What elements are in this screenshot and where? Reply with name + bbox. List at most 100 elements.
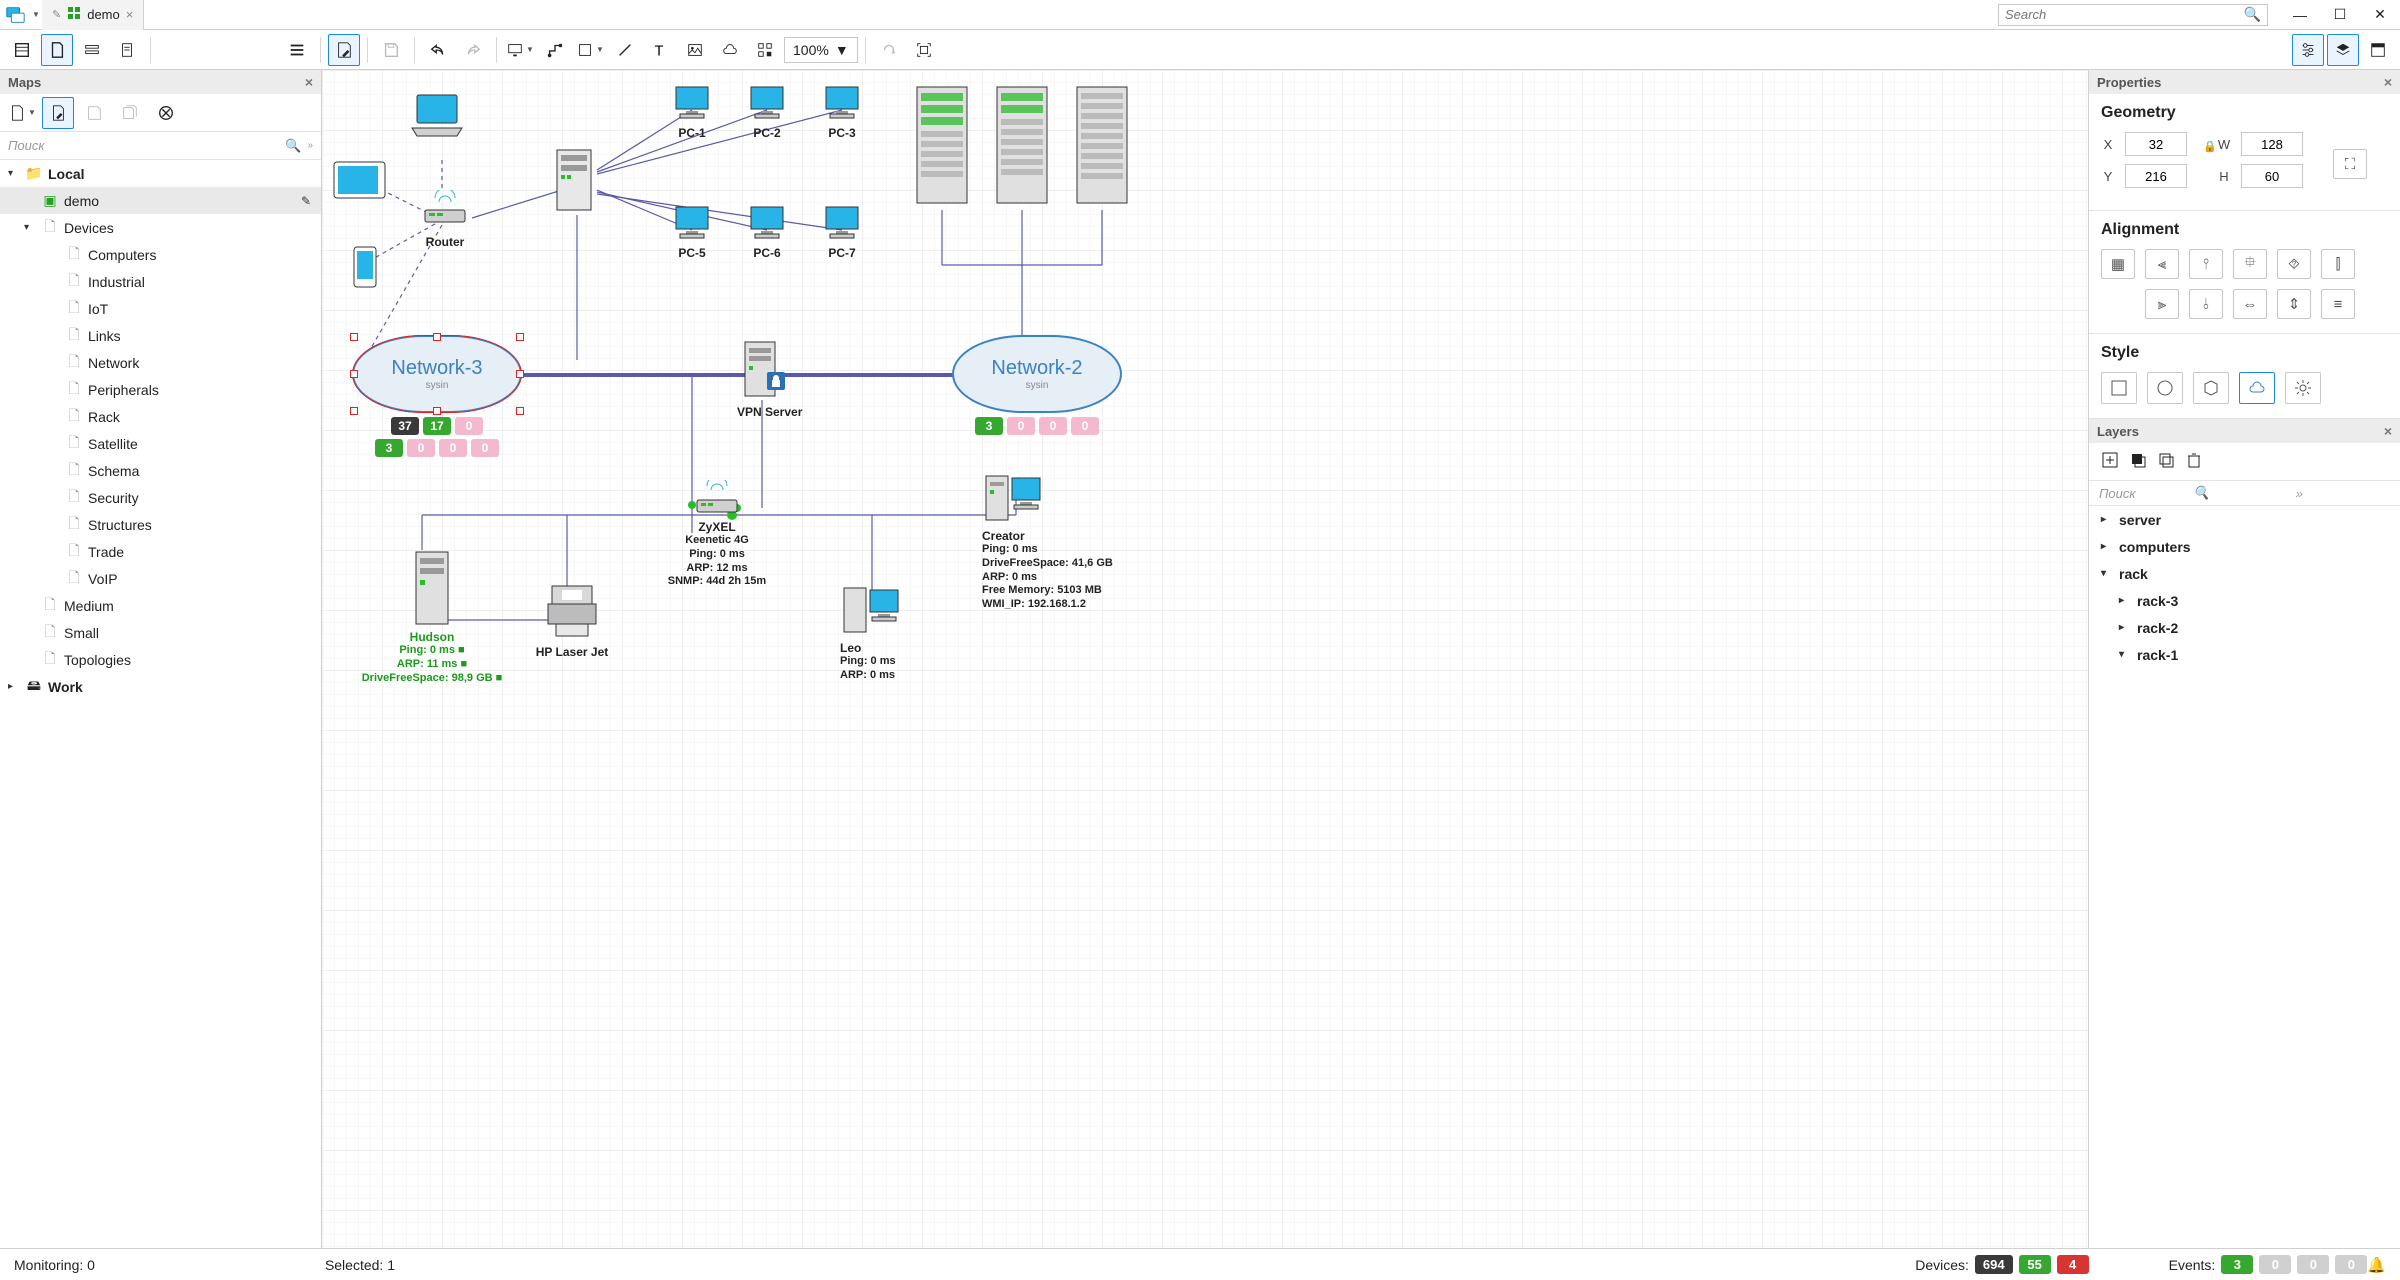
close-icon[interactable]: × — [305, 74, 313, 90]
close-button[interactable]: ✕ — [2360, 0, 2400, 30]
document-tab[interactable]: ✎ demo × — [42, 0, 144, 30]
notifications-icon[interactable]: 🔔 — [2367, 1256, 2386, 1274]
redo-button[interactable] — [457, 34, 489, 66]
node-pc[interactable]: PC-1 — [672, 85, 712, 140]
close-icon[interactable]: × — [2384, 74, 2392, 90]
tree-node-demo[interactable]: ▣demo✎ — [0, 187, 321, 214]
maximize-button[interactable]: ☐ — [2320, 0, 2360, 30]
tree-node[interactable]: 🗋Security — [0, 484, 321, 511]
tree-node[interactable]: 🗋Links — [0, 322, 321, 349]
node-network2[interactable]: Network-2 sysin 3000 — [952, 335, 1122, 435]
layer-row[interactable]: ▾rack-1 — [2089, 641, 2400, 668]
align-bounds-button[interactable]: ▦ — [2101, 249, 2135, 279]
edit-map-button[interactable] — [42, 97, 74, 129]
tree-node[interactable]: 🗋IoT — [0, 295, 321, 322]
save-map-button[interactable] — [78, 97, 110, 129]
expand-icon[interactable]: » — [2296, 486, 2390, 501]
style-cloud-button[interactable] — [2239, 372, 2275, 404]
tree-node[interactable]: 🗋VoIP — [0, 565, 321, 592]
add-layer-button[interactable] — [2101, 451, 2119, 472]
node-pc[interactable]: PC-3 — [822, 85, 862, 140]
tree-node[interactable]: 🗋Medium — [0, 592, 321, 619]
node-switch[interactable] — [547, 145, 601, 218]
undo-button[interactable] — [422, 34, 454, 66]
node-network3[interactable]: Network-3 sysin 37170 3000 — [352, 335, 522, 457]
edit-tool-button[interactable] — [328, 34, 360, 66]
tree-node[interactable]: 🗋Peripherals — [0, 376, 321, 403]
search-input[interactable] — [2005, 7, 2244, 22]
node-printer[interactable]: HP Laser Jet — [527, 580, 617, 659]
close-icon[interactable]: × — [2384, 423, 2392, 439]
insert-text-button[interactable]: T — [644, 34, 676, 66]
node-creator[interactable]: Creator Ping: 0 msDriveFreeSpace: 41,6 G… — [982, 468, 1152, 612]
layer-row[interactable]: ▸rack-2 — [2089, 614, 2400, 641]
insert-image-button[interactable] — [679, 34, 711, 66]
node-pc[interactable]: PC-2 — [747, 85, 787, 140]
tree-node[interactable]: 🗋Computers — [0, 241, 321, 268]
tree-node[interactable]: 🗋Small — [0, 619, 321, 646]
tree-node[interactable]: 🗋Topologies — [0, 646, 321, 673]
align-stretch-button[interactable]: ≡ — [2321, 289, 2355, 319]
layer-row[interactable]: ▸rack-3 — [2089, 587, 2400, 614]
toggle-properties-button[interactable] — [2292, 34, 2324, 66]
node-laptop[interactable] — [407, 90, 467, 143]
geometry-h-input[interactable] — [2241, 164, 2303, 188]
tree-node[interactable]: 🗋Industrial — [0, 268, 321, 295]
align-top-button[interactable]: ⫯ — [2189, 249, 2223, 279]
align-center-h-button[interactable]: ⯐ — [2233, 249, 2267, 279]
fit-content-button[interactable]: ⛶ — [2333, 149, 2367, 179]
node-pc[interactable]: PC-6 — [747, 205, 787, 260]
node-zyxel[interactable]: ZyXEL Keenetic 4GPing: 0 msARP: 12 msSNM… — [657, 480, 777, 589]
style-hex-button[interactable] — [2193, 372, 2229, 404]
insert-link-button[interactable] — [539, 34, 571, 66]
app-menu-dropdown[interactable]: ▼ — [30, 10, 42, 19]
tree-node[interactable]: 🗋Structures — [0, 511, 321, 538]
insert-device-button[interactable]: ▼ — [504, 34, 536, 66]
fit-screen-button[interactable] — [908, 34, 940, 66]
insert-qr-button[interactable] — [749, 34, 781, 66]
close-icon[interactable]: × — [126, 7, 134, 22]
tree-node[interactable]: 🗋Rack — [0, 403, 321, 430]
align-middle-button[interactable]: ⫿ — [2321, 249, 2355, 279]
geometry-y-input[interactable] — [2125, 164, 2187, 188]
view-rack-button[interactable] — [76, 34, 108, 66]
canvas[interactable]: Router PC-1 PC-2 PC-3 PC-5 PC-6 PC-7 Net… — [322, 70, 2088, 1248]
delete-layer-button[interactable] — [2185, 451, 2203, 472]
new-map-button[interactable]: ▼ — [6, 97, 38, 129]
node-vpn[interactable]: VPN Server — [737, 338, 781, 419]
insert-cloud-button[interactable] — [714, 34, 746, 66]
node-hudson[interactable]: Hudson Ping: 0 ms ■ARP: 11 ms ■DriveFree… — [347, 548, 517, 685]
tree-node-work[interactable]: ▸🖴Work — [0, 673, 321, 700]
delete-map-button[interactable] — [150, 97, 182, 129]
maps-search[interactable]: Поиск 🔍 » — [0, 132, 321, 160]
tree-node-devices[interactable]: ▾🗋Devices — [0, 214, 321, 241]
node-phone[interactable] — [352, 245, 378, 292]
hamburger-button[interactable] — [281, 34, 313, 66]
geometry-w-input[interactable] — [2241, 132, 2303, 156]
tree-node-local[interactable]: ▾📁Local — [0, 160, 321, 187]
toggle-extra-button[interactable] — [2362, 34, 2394, 66]
tree-node[interactable]: 🗋Trade — [0, 538, 321, 565]
save-button[interactable] — [375, 34, 407, 66]
tree-node[interactable]: 🗋Satellite — [0, 430, 321, 457]
minimize-button[interactable]: — — [2280, 0, 2320, 30]
node-rack[interactable] — [912, 85, 972, 208]
expand-icon[interactable]: » — [307, 140, 313, 151]
insert-shape-button[interactable]: ▼ — [574, 34, 606, 66]
distribute-h-button[interactable]: ⇔ — [2233, 289, 2267, 319]
node-pc[interactable]: PC-5 — [672, 205, 712, 260]
tree-node[interactable]: 🗋Schema — [0, 457, 321, 484]
align-right-button[interactable]: ⫸ — [2145, 289, 2179, 319]
node-leo[interactable]: Leo Ping: 0 msARP: 0 ms — [840, 580, 940, 683]
node-rack[interactable] — [1072, 85, 1132, 208]
align-left-button[interactable]: ⫷ — [2145, 249, 2179, 279]
style-gear-button[interactable] — [2285, 372, 2321, 404]
node-rack[interactable] — [992, 85, 1052, 208]
global-search[interactable]: 🔍 — [1998, 4, 2268, 26]
distribute-v-button[interactable]: ⇕ — [2277, 289, 2311, 319]
toggle-layers-button[interactable] — [2327, 34, 2359, 66]
view-list-button[interactable] — [6, 34, 38, 66]
layer-row[interactable]: ▸server — [2089, 506, 2400, 533]
zoom-select[interactable]: 100%▼ — [784, 37, 858, 63]
layers-search[interactable]: Поиск🔍» — [2089, 480, 2400, 506]
